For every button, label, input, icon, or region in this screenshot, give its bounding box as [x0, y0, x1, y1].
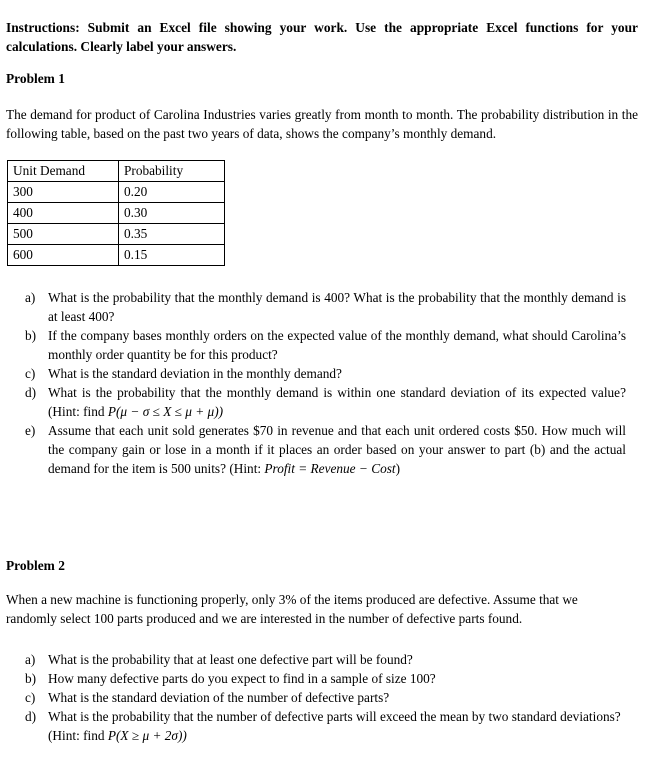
table-body: Unit Demand Probability 300 0.20 400 0.3…	[7, 159, 225, 267]
list-item-text-trail: )	[395, 461, 401, 476]
list-item-text: What is the standard deviation in the mo…	[48, 366, 342, 381]
table-row: 600 0.15	[7, 244, 225, 267]
problem-2-heading: Problem 2	[6, 558, 65, 574]
list-item-text: If the company bases monthly orders on t…	[48, 328, 626, 362]
list-marker: a)	[25, 652, 36, 667]
list-marker: b)	[25, 671, 37, 686]
cell-probability: 0.30	[118, 202, 225, 225]
list-marker: d)	[25, 709, 37, 724]
list-item-text: How many defective parts do you expect t…	[48, 671, 436, 686]
list-item-text: What is the probability that the monthly…	[48, 383, 626, 421]
list-item: d) What is the probability that the mont…	[0, 383, 632, 421]
problem-2-intro-paragraph: When a new machine is functioning proper…	[6, 592, 578, 627]
cell-probability: 0.15	[118, 244, 225, 267]
problem-1-intro-paragraph: The demand for product of Carolina Indus…	[6, 107, 638, 142]
list-item: a) What is the probability that at least…	[0, 650, 632, 669]
problem-1-heading: Problem 1	[6, 71, 65, 87]
cell-probability: 0.20	[118, 181, 225, 204]
list-item: c) What is the standard deviation of the…	[0, 688, 632, 707]
list-item-text: What is the probability that the monthly…	[48, 290, 626, 324]
list-item-text: Assume that each unit sold generates $70…	[48, 421, 626, 478]
cell-probability: 0.35	[118, 223, 225, 246]
list-item: a) What is the probability that the mont…	[0, 288, 632, 326]
cell-unit-demand: 600	[7, 244, 119, 267]
list-marker: b)	[25, 328, 37, 343]
math-formula: P(X ≥ μ + 2σ))	[107, 728, 187, 743]
table-header-probability: Probability	[118, 159, 225, 183]
list-item: d) What is the probability that the numb…	[0, 707, 632, 745]
cell-unit-demand: 300	[7, 181, 119, 204]
list-marker: c)	[25, 690, 36, 705]
table-row: 300 0.20	[7, 181, 225, 204]
list-item-text: What is the probability that at least on…	[48, 652, 413, 667]
list-item-text: What is the standard deviation of the nu…	[48, 690, 390, 705]
list-marker: a)	[25, 290, 36, 305]
list-item: b) If the company bases monthly orders o…	[0, 326, 632, 364]
cell-unit-demand: 500	[7, 223, 119, 246]
table-row: 400 0.30	[7, 202, 225, 225]
table-header-unit-demand: Unit Demand	[7, 159, 119, 183]
table-header-row: Unit Demand Probability	[7, 159, 225, 183]
math-formula: Profit = Revenue − Cost	[264, 461, 396, 476]
document-page: Instructions: Submit an Excel file showi…	[0, 0, 645, 773]
list-item: e) Assume that each unit sold generates …	[0, 421, 632, 478]
cell-unit-demand: 400	[7, 202, 119, 225]
problem-2-question-list: a) What is the probability that at least…	[0, 650, 632, 745]
list-item: c) What is the standard deviation in the…	[0, 364, 632, 383]
table-row: 500 0.35	[7, 223, 225, 246]
list-item-text: What is the probability that the number …	[48, 707, 626, 745]
instructions-paragraph: Instructions: Submit an Excel file showi…	[6, 20, 638, 54]
list-marker: c)	[25, 366, 36, 381]
demand-probability-table: Unit Demand Probability 300 0.20 400 0.3…	[7, 159, 225, 267]
list-item: b) How many defective parts do you expec…	[0, 669, 632, 688]
list-marker: d)	[25, 385, 37, 400]
problem-1-question-list: a) What is the probability that the mont…	[0, 288, 632, 478]
math-formula: P(μ − σ ≤ X ≤ μ + μ))	[107, 404, 224, 419]
list-marker: e)	[25, 423, 36, 438]
